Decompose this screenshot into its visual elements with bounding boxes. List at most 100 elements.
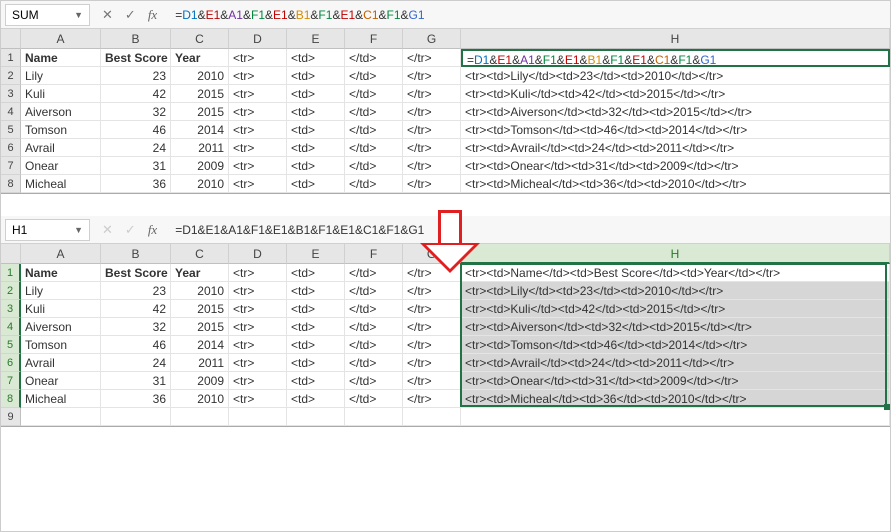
cell[interactable]: </td>: [345, 121, 403, 139]
column-header[interactable]: C: [171, 29, 229, 49]
cell[interactable]: </tr>: [403, 139, 461, 157]
cell[interactable]: 46: [101, 336, 171, 354]
cell[interactable]: Year: [171, 49, 229, 67]
cell[interactable]: </td>: [345, 300, 403, 318]
cell[interactable]: <tr><td>Micheal</td><td>36</td><td>2010<…: [461, 390, 890, 408]
chevron-down-icon[interactable]: ▼: [74, 10, 83, 20]
cell[interactable]: </td>: [345, 354, 403, 372]
cell[interactable]: <tr>: [229, 300, 287, 318]
row-header[interactable]: 4: [1, 103, 21, 121]
cell[interactable]: Lily: [21, 282, 101, 300]
cell[interactable]: 2014: [171, 336, 229, 354]
cell[interactable]: 31: [101, 157, 171, 175]
cell[interactable]: <td>: [287, 264, 345, 282]
select-all-corner[interactable]: [1, 244, 21, 264]
cell[interactable]: </td>: [345, 318, 403, 336]
cell[interactable]: <tr>: [229, 372, 287, 390]
cell[interactable]: <tr>: [229, 282, 287, 300]
column-header[interactable]: D: [229, 244, 287, 264]
cell[interactable]: <tr>: [229, 175, 287, 193]
column-header[interactable]: H: [461, 244, 890, 264]
row-header[interactable]: 5: [1, 336, 21, 354]
cell[interactable]: </tr>: [403, 157, 461, 175]
cell[interactable]: </td>: [345, 67, 403, 85]
cell[interactable]: <td>: [287, 49, 345, 67]
cell[interactable]: <tr><td>Aiverson</td><td>32</td><td>2015…: [461, 103, 890, 121]
cell[interactable]: Lily: [21, 67, 101, 85]
cell[interactable]: 2009: [171, 157, 229, 175]
cell[interactable]: </td>: [345, 175, 403, 193]
cell[interactable]: Avrail: [21, 139, 101, 157]
cell[interactable]: <tr>: [229, 139, 287, 157]
name-box[interactable]: H1 ▼: [5, 219, 90, 241]
cell[interactable]: </td>: [345, 336, 403, 354]
cell[interactable]: 31: [101, 372, 171, 390]
cell[interactable]: <tr><td>Aiverson</td><td>32</td><td>2015…: [461, 318, 890, 336]
cell[interactable]: <tr>: [229, 67, 287, 85]
cell[interactable]: <td>: [287, 121, 345, 139]
cell[interactable]: </tr>: [403, 390, 461, 408]
column-header[interactable]: F: [345, 29, 403, 49]
cell[interactable]: 2015: [171, 85, 229, 103]
column-header[interactable]: F: [345, 244, 403, 264]
cell[interactable]: 2010: [171, 67, 229, 85]
cell[interactable]: Name: [21, 49, 101, 67]
column-header[interactable]: A: [21, 244, 101, 264]
cell[interactable]: [461, 408, 890, 426]
row-header[interactable]: 6: [1, 354, 21, 372]
cell[interactable]: 2011: [171, 354, 229, 372]
cell[interactable]: 23: [101, 67, 171, 85]
row-header[interactable]: 3: [1, 300, 21, 318]
cell[interactable]: 2010: [171, 390, 229, 408]
cell[interactable]: 42: [101, 300, 171, 318]
cell[interactable]: </tr>: [403, 67, 461, 85]
cell[interactable]: </td>: [345, 157, 403, 175]
cell[interactable]: </tr>: [403, 175, 461, 193]
cancel-icon[interactable]: ✕: [102, 7, 113, 23]
cell[interactable]: <tr>: [229, 390, 287, 408]
cell[interactable]: 32: [101, 318, 171, 336]
column-header[interactable]: E: [287, 244, 345, 264]
cell[interactable]: [171, 408, 229, 426]
cell[interactable]: <tr><td>Lily</td><td>23</td><td>2010</td…: [461, 67, 890, 85]
cell[interactable]: </tr>: [403, 372, 461, 390]
cell[interactable]: </td>: [345, 103, 403, 121]
cell[interactable]: </td>: [345, 264, 403, 282]
row-header[interactable]: 6: [1, 139, 21, 157]
cell[interactable]: Aiverson: [21, 318, 101, 336]
cell[interactable]: 24: [101, 354, 171, 372]
row-header[interactable]: 9: [1, 408, 21, 426]
cell[interactable]: Tomson: [21, 121, 101, 139]
cell[interactable]: <tr><td>Tomson</td><td>46</td><td>2014</…: [461, 121, 890, 139]
cell[interactable]: </td>: [345, 282, 403, 300]
cell[interactable]: <td>: [287, 103, 345, 121]
cell[interactable]: 36: [101, 175, 171, 193]
cell[interactable]: <tr>: [229, 354, 287, 372]
cell[interactable]: [287, 408, 345, 426]
row-header[interactable]: 5: [1, 121, 21, 139]
cell[interactable]: <tr><td>Onear</td><td>31</td><td>2009</t…: [461, 372, 890, 390]
row-header[interactable]: 4: [1, 318, 21, 336]
cell[interactable]: Micheal: [21, 175, 101, 193]
cell[interactable]: 2009: [171, 372, 229, 390]
enter-icon[interactable]: ✓: [125, 7, 136, 23]
cell[interactable]: </tr>: [403, 300, 461, 318]
name-box[interactable]: SUM ▼: [5, 4, 90, 26]
cell[interactable]: </tr>: [403, 336, 461, 354]
cell[interactable]: Kuli: [21, 300, 101, 318]
row-header[interactable]: 2: [1, 67, 21, 85]
row-header[interactable]: 3: [1, 85, 21, 103]
column-header[interactable]: G: [403, 29, 461, 49]
cell[interactable]: <tr>: [229, 103, 287, 121]
cell[interactable]: <tr>: [229, 336, 287, 354]
column-header[interactable]: E: [287, 29, 345, 49]
cell[interactable]: [403, 408, 461, 426]
cell[interactable]: <td>: [287, 139, 345, 157]
cell[interactable]: </tr>: [403, 354, 461, 372]
row-header[interactable]: 2: [1, 282, 21, 300]
cell[interactable]: 32: [101, 103, 171, 121]
cell[interactable]: 24: [101, 139, 171, 157]
cell[interactable]: <td>: [287, 372, 345, 390]
cell[interactable]: <td>: [287, 390, 345, 408]
cell[interactable]: 2014: [171, 121, 229, 139]
